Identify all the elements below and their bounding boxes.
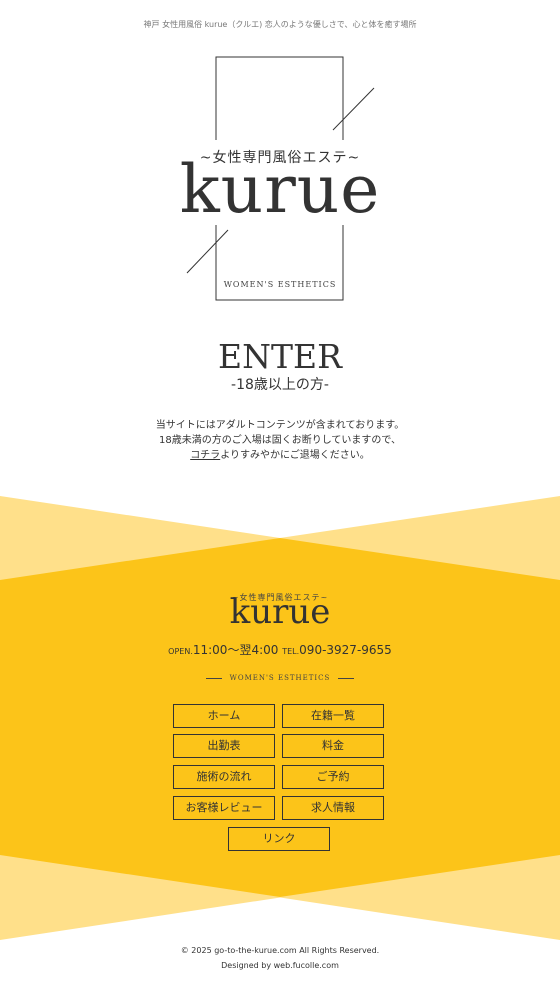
- phone-number[interactable]: 090-3927-9655: [299, 643, 392, 657]
- divider-left: [205, 677, 222, 679]
- open-label: OPEN.: [168, 647, 193, 656]
- notice-line-3: コチラよりすみやかにご退場ください。: [0, 448, 560, 463]
- footer-logo-text: kurue: [229, 592, 331, 632]
- footer-womens-label: WOMEN'S ESTHETICS: [229, 674, 331, 682]
- hours-and-phone: OPEN.11:00～翌4:00 TEL.090-3927-9655: [0, 641, 560, 658]
- divider-right: [338, 677, 355, 679]
- nav-reserve-button[interactable]: ご予約: [282, 765, 384, 789]
- nav-recruit-button[interactable]: 求人情報: [282, 796, 384, 820]
- hero-logo-block: ~女性専門風俗エステ~ kurue WOMEN'S ESTHETICS: [0, 0, 560, 320]
- footer-womens-esthetics: WOMEN'S ESTHETICS: [0, 674, 560, 682]
- designed-by-text: Designed by web.fucolle.com: [221, 961, 339, 970]
- tel-label: TEL.: [282, 647, 300, 656]
- notice-line-2: 18歳未満の方のご入場は固くお断りしていますので、: [158, 435, 402, 446]
- copyright-text: © 2025 go-to-the-kurue.com All Rights Re…: [180, 946, 380, 955]
- nav-schedule-button[interactable]: 出勤表: [173, 734, 275, 758]
- footer-yellow-background: [0, 496, 560, 940]
- nav-price-button[interactable]: 料金: [282, 734, 384, 758]
- notice-line-1: 当サイトにはアダルトコンテンツが含まれております。: [155, 420, 405, 431]
- exit-link[interactable]: コチラ: [190, 450, 220, 461]
- nav-link-button[interactable]: リンク: [228, 827, 330, 851]
- open-hours: 11:00～翌4:00: [192, 643, 279, 657]
- nav-cast-button[interactable]: 在籍一覧: [282, 704, 384, 728]
- hero-logo-text: kurue: [179, 151, 381, 228]
- age-notice: 当サイトにはアダルトコンテンツが含まれております。 18歳未満の方のご入場は固く…: [0, 418, 560, 463]
- nav-review-button[interactable]: お客様レビュー: [173, 796, 275, 820]
- enter-age-note: -18歳以上の方-: [231, 377, 329, 393]
- enter-button[interactable]: ENTER: [0, 337, 560, 377]
- notice-line-3-rest: よりすみやかにご退場ください。: [220, 450, 370, 461]
- nav-home-button[interactable]: ホーム: [173, 704, 275, 728]
- nav-flow-button[interactable]: 施術の流れ: [173, 765, 275, 789]
- hero-womens-esthetics: WOMEN'S ESTHETICS: [223, 280, 337, 289]
